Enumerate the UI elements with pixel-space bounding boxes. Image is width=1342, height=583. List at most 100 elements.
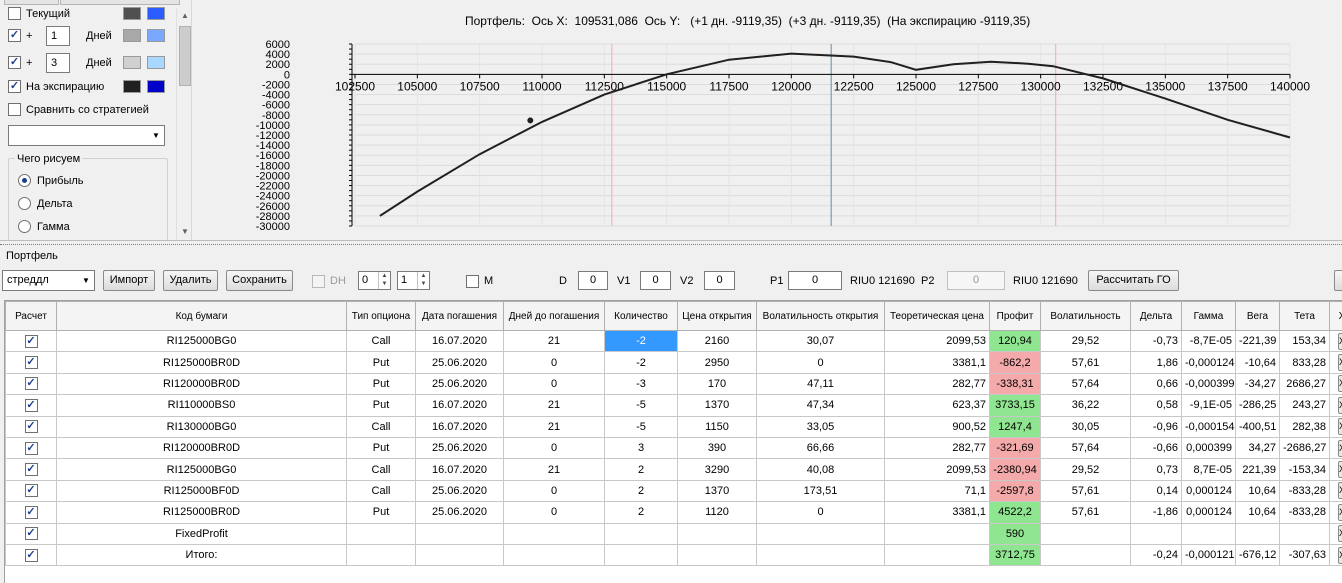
cell-profit[interactable]: -2380,94 <box>989 458 1041 481</box>
cell-gamma[interactable]: -0,000399 <box>1181 372 1236 396</box>
cell-vol-open[interactable]: 33,05 <box>756 415 885 438</box>
calc-checkbox[interactable] <box>24 377 38 391</box>
cell-date[interactable]: 16.07.2020 <box>415 329 504 353</box>
calc-checkbox-cell[interactable] <box>5 522 57 545</box>
table-row[interactable]: RI125000BF0DCall25.06.2020021370173,5171… <box>5 479 1342 503</box>
payoff-chart[interactable]: 6000400020000-2000-4000-6000-8000-10000-… <box>0 0 1342 240</box>
portfolio-select[interactable]: стреддл ▼ <box>2 270 95 291</box>
cell-vega[interactable]: 10,64 <box>1235 479 1280 503</box>
table-row[interactable]: RI120000BR0DPut25.06.20200-317047,11282,… <box>5 372 1342 396</box>
cell-days[interactable]: 0 <box>503 436 605 460</box>
cell-gamma[interactable]: 0,000124 <box>1181 501 1236 524</box>
cell-vol-open[interactable]: 0 <box>756 501 885 524</box>
cell-type[interactable]: Put <box>346 501 416 524</box>
cell-qty[interactable]: -5 <box>604 394 678 417</box>
cell-vega[interactable]: -676,12 <box>1235 543 1280 567</box>
calc-checkbox-cell[interactable] <box>5 458 57 481</box>
cell-date[interactable]: 16.07.2020 <box>415 415 504 438</box>
cell-gamma[interactable]: -8,7E-05 <box>1181 329 1236 353</box>
column-header[interactable]: Дельта <box>1130 301 1182 331</box>
cell-qty[interactable]: -2 <box>604 329 678 353</box>
cell-date[interactable] <box>415 522 504 545</box>
cell-type[interactable]: Call <box>346 415 416 438</box>
import-button[interactable]: Импорт <box>103 270 155 291</box>
cell-qty[interactable]: -2 <box>604 351 678 374</box>
row-action-cell[interactable]: X <box>1329 329 1342 353</box>
cell-vol[interactable] <box>1040 543 1131 567</box>
cell-vol-open[interactable] <box>756 522 885 545</box>
table-row[interactable]: RI130000BG0Call16.07.202021-5115033,0590… <box>5 415 1342 438</box>
cell-qty[interactable] <box>604 522 678 545</box>
column-header[interactable]: Дата погашения <box>415 301 504 331</box>
cell-vega[interactable]: 34,27 <box>1235 436 1280 460</box>
calc-checkbox-cell[interactable] <box>5 436 57 460</box>
dh-spin-1[interactable]: 0 ▲ ▼ <box>358 271 391 290</box>
spin-arrows-icon[interactable]: ▲ ▼ <box>378 272 390 289</box>
cell-price[interactable]: 170 <box>677 372 757 396</box>
cell-theta[interactable]: 282,38 <box>1279 415 1330 438</box>
cell-vega[interactable]: -286,25 <box>1235 394 1280 417</box>
cell-qty[interactable]: -5 <box>604 415 678 438</box>
cell-code[interactable]: RI125000BR0D <box>56 351 347 374</box>
column-header[interactable]: X <box>1329 301 1342 331</box>
cell-qty[interactable]: 3 <box>604 436 678 460</box>
save-button[interactable]: Сохранить <box>226 270 293 291</box>
cell-type[interactable]: Call <box>346 329 416 353</box>
cell-days[interactable]: 21 <box>503 329 605 353</box>
cell-price[interactable]: 2950 <box>677 351 757 374</box>
row-action-cell[interactable]: X <box>1329 501 1342 524</box>
cell-theo[interactable]: 71,1 <box>884 479 990 503</box>
cell-profit[interactable]: -862,2 <box>989 351 1041 374</box>
row-action-button[interactable]: X <box>1337 461 1342 479</box>
cell-vol[interactable]: 29,52 <box>1040 458 1131 481</box>
cell-theta[interactable]: 153,34 <box>1279 329 1330 353</box>
m-checkbox[interactable] <box>466 275 479 288</box>
cell-vega[interactable]: 10,64 <box>1235 501 1280 524</box>
cell-vol-open[interactable]: 66,66 <box>756 436 885 460</box>
calc-checkbox-cell[interactable] <box>5 501 57 524</box>
cell-vega[interactable] <box>1235 522 1280 545</box>
cell-code[interactable]: RI130000BG0 <box>56 415 347 438</box>
cell-profit[interactable]: 3733,15 <box>989 394 1041 417</box>
calc-checkbox[interactable] <box>24 398 38 412</box>
v2-input[interactable]: 0 <box>704 271 735 290</box>
cell-type[interactable] <box>346 543 416 567</box>
cell-gamma[interactable]: 8,7E-05 <box>1181 458 1236 481</box>
table-row[interactable]: FixedProfit 590 X <box>5 522 1342 545</box>
cell-type[interactable]: Call <box>346 479 416 503</box>
cell-vega[interactable]: -34,27 <box>1235 372 1280 396</box>
cell-vol[interactable] <box>1040 522 1131 545</box>
cell-delta[interactable]: -0,24 <box>1130 543 1182 567</box>
d-input[interactable]: 0 <box>578 271 608 290</box>
cell-vol-open[interactable]: 47,11 <box>756 372 885 396</box>
cell-theta[interactable]: -307,63 <box>1279 543 1330 567</box>
calc-checkbox-cell[interactable] <box>5 479 57 503</box>
calc-checkbox-cell[interactable] <box>5 543 57 567</box>
cell-type[interactable]: Put <box>346 351 416 374</box>
dh-checkbox[interactable] <box>312 275 325 288</box>
cell-days[interactable] <box>503 543 605 567</box>
cell-qty[interactable]: -3 <box>604 372 678 396</box>
cell-delta[interactable]: 0,58 <box>1130 394 1182 417</box>
cell-days[interactable]: 0 <box>503 351 605 374</box>
cell-price[interactable] <box>677 543 757 567</box>
row-action-cell[interactable]: X <box>1329 351 1342 374</box>
cell-qty[interactable]: 2 <box>604 458 678 481</box>
cell-date[interactable]: 25.06.2020 <box>415 436 504 460</box>
row-action-button[interactable]: X <box>1337 332 1342 350</box>
cell-theta[interactable]: -833,28 <box>1279 479 1330 503</box>
spin-arrows-icon[interactable]: ▲ ▼ <box>417 272 429 289</box>
cell-type[interactable] <box>346 522 416 545</box>
cell-days[interactable]: 0 <box>503 479 605 503</box>
cell-profit[interactable]: 590 <box>989 522 1041 545</box>
cell-theta[interactable]: 2686,27 <box>1279 372 1330 396</box>
cell-gamma[interactable]: -0,000121 <box>1181 543 1236 567</box>
cell-price[interactable]: 1370 <box>677 479 757 503</box>
extra-toolbar-button[interactable] <box>1334 270 1342 291</box>
v1-input[interactable]: 0 <box>640 271 671 290</box>
cell-theo[interactable]: 2099,53 <box>884 458 990 481</box>
cell-gamma[interactable] <box>1181 522 1236 545</box>
cell-theo[interactable]: 623,37 <box>884 394 990 417</box>
cell-gamma[interactable]: 0,000399 <box>1181 436 1236 460</box>
row-action-button[interactable]: X <box>1337 418 1342 436</box>
